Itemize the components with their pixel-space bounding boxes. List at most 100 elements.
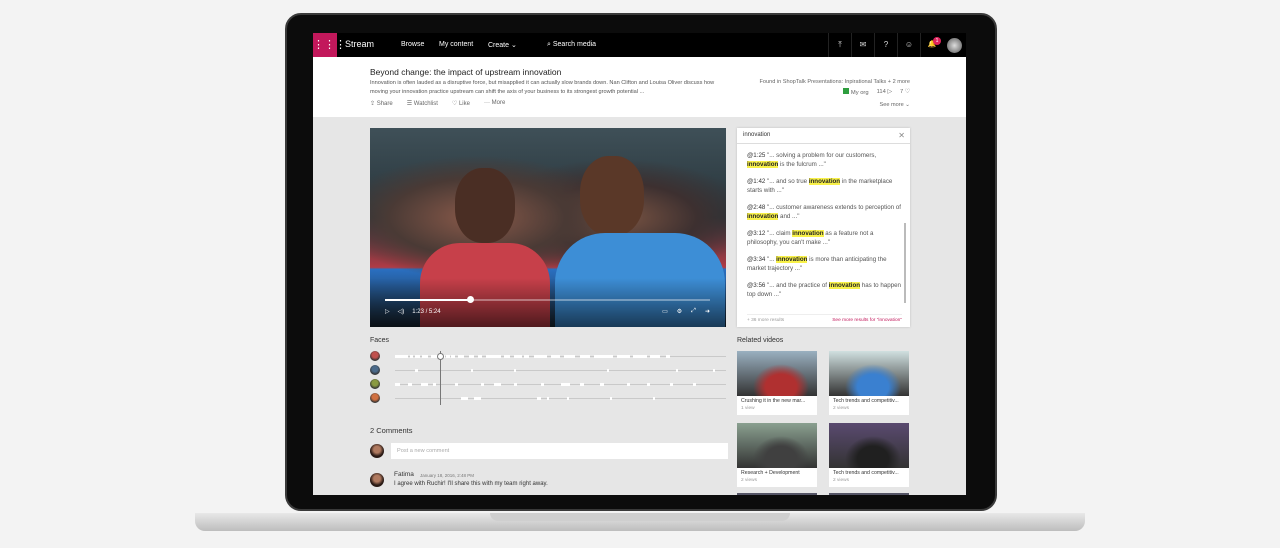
face-segment[interactable] bbox=[600, 383, 604, 386]
face-avatar[interactable] bbox=[370, 393, 380, 403]
face-segment[interactable] bbox=[474, 397, 482, 400]
found-in-link[interactable]: Found in ShopTalk Presentations: Inpirat… bbox=[759, 79, 910, 85]
related-video-card[interactable]: Research + Development 2 views bbox=[737, 423, 817, 487]
face-segment[interactable] bbox=[421, 383, 429, 386]
face-segment[interactable] bbox=[653, 397, 656, 400]
face-segment[interactable] bbox=[567, 397, 570, 400]
face-segment[interactable] bbox=[481, 383, 485, 386]
face-segment[interactable] bbox=[451, 355, 455, 358]
face-segment[interactable] bbox=[414, 355, 420, 358]
face-segment[interactable] bbox=[486, 355, 501, 358]
face-segment[interactable] bbox=[477, 355, 482, 358]
face-appearance-track[interactable] bbox=[395, 369, 726, 372]
face-segment[interactable] bbox=[646, 383, 650, 386]
related-video-title[interactable]: Tech trends and competitiv... bbox=[833, 470, 907, 476]
related-video-card[interactable]: Tech trends and competitiv... 2 views bbox=[829, 423, 909, 487]
face-segment[interactable] bbox=[504, 355, 511, 358]
related-video-card[interactable] bbox=[737, 493, 817, 495]
face-segment[interactable] bbox=[560, 383, 571, 386]
video-thumbnail[interactable] bbox=[737, 351, 817, 396]
related-video-title[interactable]: Research + Development bbox=[741, 470, 815, 476]
related-video-card[interactable]: Crushing it in the new mar... 1 view bbox=[737, 351, 817, 415]
related-video-card[interactable] bbox=[829, 493, 909, 495]
bell-icon[interactable]: 🔔 bbox=[920, 33, 943, 57]
face-appearance-track[interactable] bbox=[395, 355, 726, 358]
transcript-result[interactable]: @3:12 "... claim innovation as a feature… bbox=[747, 229, 902, 247]
face-segment[interactable] bbox=[712, 369, 715, 372]
face-segment[interactable] bbox=[446, 355, 450, 358]
face-segment[interactable] bbox=[676, 369, 679, 372]
close-icon[interactable]: ✕ bbox=[898, 131, 905, 140]
face-avatar[interactable] bbox=[370, 351, 380, 361]
face-avatar[interactable] bbox=[370, 365, 380, 375]
related-video-title[interactable]: Crushing it in the new mar... bbox=[741, 398, 815, 404]
face-avatar[interactable] bbox=[370, 379, 380, 389]
mail-icon[interactable]: ✉ bbox=[851, 33, 874, 57]
watchlist-button[interactable]: ☰ Watchlist bbox=[407, 100, 438, 107]
volume-icon[interactable]: ◁) bbox=[398, 308, 405, 315]
transcript-result[interactable]: @2:48 "... customer awareness extends to… bbox=[747, 203, 902, 221]
user-avatar[interactable] bbox=[947, 38, 962, 53]
face-segment[interactable] bbox=[610, 397, 613, 400]
nav-create[interactable]: Create ⌄ bbox=[488, 41, 517, 49]
fullscreen-icon[interactable]: ⤢ bbox=[691, 308, 696, 315]
face-segment[interactable] bbox=[534, 355, 548, 358]
face-segment[interactable] bbox=[461, 397, 468, 400]
app-launcher-icon[interactable]: ⋮⋮⋮ bbox=[313, 33, 346, 57]
comment-author[interactable]: Fatima bbox=[394, 471, 414, 478]
face-segment[interactable] bbox=[422, 355, 429, 358]
help-icon[interactable]: ? bbox=[874, 33, 897, 57]
comment-input[interactable]: Post a new comment bbox=[391, 443, 728, 459]
face-segment[interactable] bbox=[649, 355, 660, 358]
video-thumbnail[interactable] bbox=[737, 423, 817, 468]
face-segment[interactable] bbox=[669, 383, 674, 386]
face-segment[interactable] bbox=[457, 355, 465, 358]
face-segment[interactable] bbox=[540, 383, 544, 386]
face-segment[interactable] bbox=[395, 383, 400, 386]
face-segment[interactable] bbox=[494, 383, 501, 386]
face-segment[interactable] bbox=[454, 383, 458, 386]
see-more-results-link[interactable]: See more results for "innovation" bbox=[832, 318, 902, 323]
face-appearance-track[interactable] bbox=[395, 383, 726, 386]
share-button[interactable]: ⇪ Share bbox=[370, 100, 393, 107]
more-button[interactable]: ··· More bbox=[484, 100, 505, 107]
transcript-result[interactable]: @1:25 "... solving a problem for our cus… bbox=[747, 151, 902, 169]
face-segment[interactable] bbox=[547, 397, 550, 400]
face-segment[interactable] bbox=[514, 383, 518, 386]
face-segment[interactable] bbox=[537, 397, 541, 400]
face-segment[interactable] bbox=[580, 383, 584, 386]
face-segment[interactable] bbox=[409, 355, 414, 358]
scrollbar[interactable] bbox=[904, 223, 906, 303]
share-icon[interactable]: ➜ bbox=[705, 308, 710, 315]
face-segment[interactable] bbox=[524, 355, 530, 358]
face-segment[interactable] bbox=[593, 355, 614, 358]
seek-bar[interactable] bbox=[385, 296, 710, 303]
nav-browse[interactable]: Browse bbox=[401, 41, 424, 48]
face-segment[interactable] bbox=[395, 355, 409, 358]
face-segment[interactable] bbox=[626, 383, 630, 386]
face-segment[interactable] bbox=[633, 355, 647, 358]
transcript-search-input[interactable]: innovation bbox=[737, 128, 910, 144]
search-box[interactable]: ⌕ Search media bbox=[547, 41, 596, 49]
play-icon[interactable]: ▷ bbox=[385, 308, 390, 315]
video-thumbnail[interactable] bbox=[829, 423, 909, 468]
face-appearance-track[interactable] bbox=[395, 397, 726, 400]
settings-icon[interactable]: ⚙ bbox=[677, 308, 682, 315]
video-thumbnail[interactable] bbox=[829, 351, 909, 396]
transcript-result[interactable]: @3:34 "... innovation is more than antic… bbox=[747, 255, 902, 273]
seek-handle[interactable] bbox=[466, 296, 474, 303]
face-segment[interactable] bbox=[433, 383, 437, 386]
face-segment[interactable] bbox=[563, 355, 576, 358]
upload-icon[interactable]: ⤒ bbox=[828, 33, 851, 57]
face-segment[interactable] bbox=[580, 355, 591, 358]
see-more-button[interactable]: See more ⌄ bbox=[880, 102, 911, 108]
face-segment[interactable] bbox=[469, 355, 475, 358]
like-button[interactable]: ♡ Like bbox=[452, 100, 470, 107]
face-segment[interactable] bbox=[514, 369, 517, 372]
transcript-result[interactable]: @3:56 "... and the practice of innovatio… bbox=[747, 281, 902, 299]
nav-my-content[interactable]: My content bbox=[439, 41, 473, 48]
face-segment[interactable] bbox=[606, 369, 609, 372]
face-segment[interactable] bbox=[666, 355, 670, 358]
face-segment[interactable] bbox=[616, 355, 630, 358]
video-player[interactable]: ▷ ◁) 1:23 / 5:24 ▭ ⚙ ⤢ ➜ bbox=[370, 128, 726, 327]
